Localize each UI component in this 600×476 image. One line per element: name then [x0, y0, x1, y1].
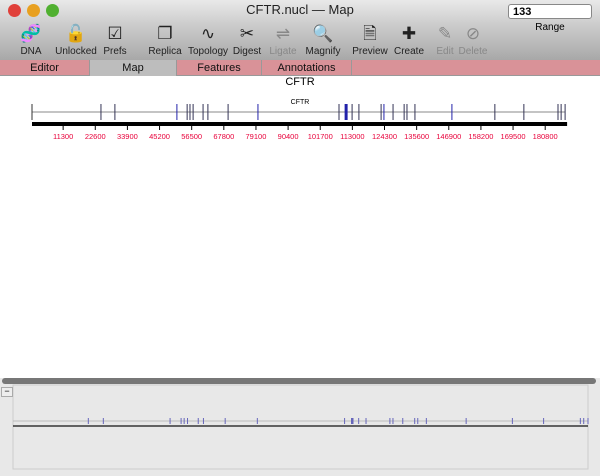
overview-frame [12, 384, 589, 470]
overview-map [12, 384, 589, 470]
map-title: CFTR [285, 76, 314, 88]
close-button[interactable] [8, 4, 21, 17]
overview-pane[interactable] [0, 384, 600, 471]
map-view[interactable]: CFTR CFTR 11300 22600 33900 45200 56500 67800… [0, 76, 600, 378]
ruler-tick-label: 180800 [533, 132, 558, 141]
ruler-bar [32, 122, 568, 126]
tab-bar: Editor Map Features Annotations [0, 60, 600, 76]
toolbar-label: Prefs [103, 46, 127, 57]
tab-editor[interactable]: Editor [0, 60, 90, 76]
ruler-tick-label: 11300 [53, 132, 73, 141]
magnify-icon: 🔍 [312, 24, 334, 43]
ruler-tick-label: 56500 [181, 132, 202, 141]
prefs-button[interactable]: ☑ Prefs [90, 22, 140, 57]
ruler-tick-label: 158200 [468, 132, 493, 141]
dna-button[interactable]: 🧬 DNA [6, 22, 56, 57]
ruler-tick-label: 33900 [117, 132, 138, 141]
tab-annotations[interactable]: Annotations [262, 60, 352, 76]
ruler-tick-label: 146900 [436, 132, 461, 141]
ruler-tick-label: 22600 [85, 132, 106, 141]
tab-map[interactable]: Map [90, 60, 177, 76]
sequence-map: CFTR CFTR 11300 22600 33900 45200 56500 67800… [31, 76, 568, 141]
range-input[interactable] [508, 4, 592, 19]
ruler-tick-label: 124300 [372, 132, 397, 141]
ruler-tick-label: 101700 [308, 132, 333, 141]
ruler-tick-label: 79100 [246, 132, 267, 141]
collapse-button[interactable]: − [1, 387, 13, 397]
dna-icon: 🧬 [20, 24, 42, 43]
tab-features[interactable]: Features [177, 60, 262, 76]
ruler-tick-label: 90400 [278, 132, 299, 141]
minimize-button[interactable] [27, 4, 40, 17]
feature-label: CFTR [291, 99, 310, 106]
window-title: CFTR.nucl — Map [246, 2, 354, 17]
ruler-tick-label: 135600 [404, 132, 429, 141]
zoom-button[interactable] [46, 4, 59, 17]
ruler-tick-label: 169500 [501, 132, 526, 141]
delete-icon: ⊘ [465, 24, 481, 43]
toolbar-label: DNA [20, 46, 42, 57]
delete-button[interactable]: ⊘ Delete [448, 22, 498, 57]
range-label: Range [535, 22, 565, 33]
toolbar: 🧬 DNA 🔓 Unlocked ☑ Prefs ❐ Replica ∿ Topology ✂ Dig… [0, 22, 600, 60]
ruler-tick-label: 45200 [149, 132, 170, 141]
prefs-icon: ☑ [107, 24, 123, 43]
magnify-button[interactable]: 🔍 Magnify [298, 22, 348, 57]
ruler-tick-label: 113000 [340, 132, 364, 141]
toolbar-label: Magnify [305, 46, 341, 57]
ruler-tick-label: 67800 [213, 132, 234, 141]
toolbar-label: Delete [458, 46, 488, 57]
